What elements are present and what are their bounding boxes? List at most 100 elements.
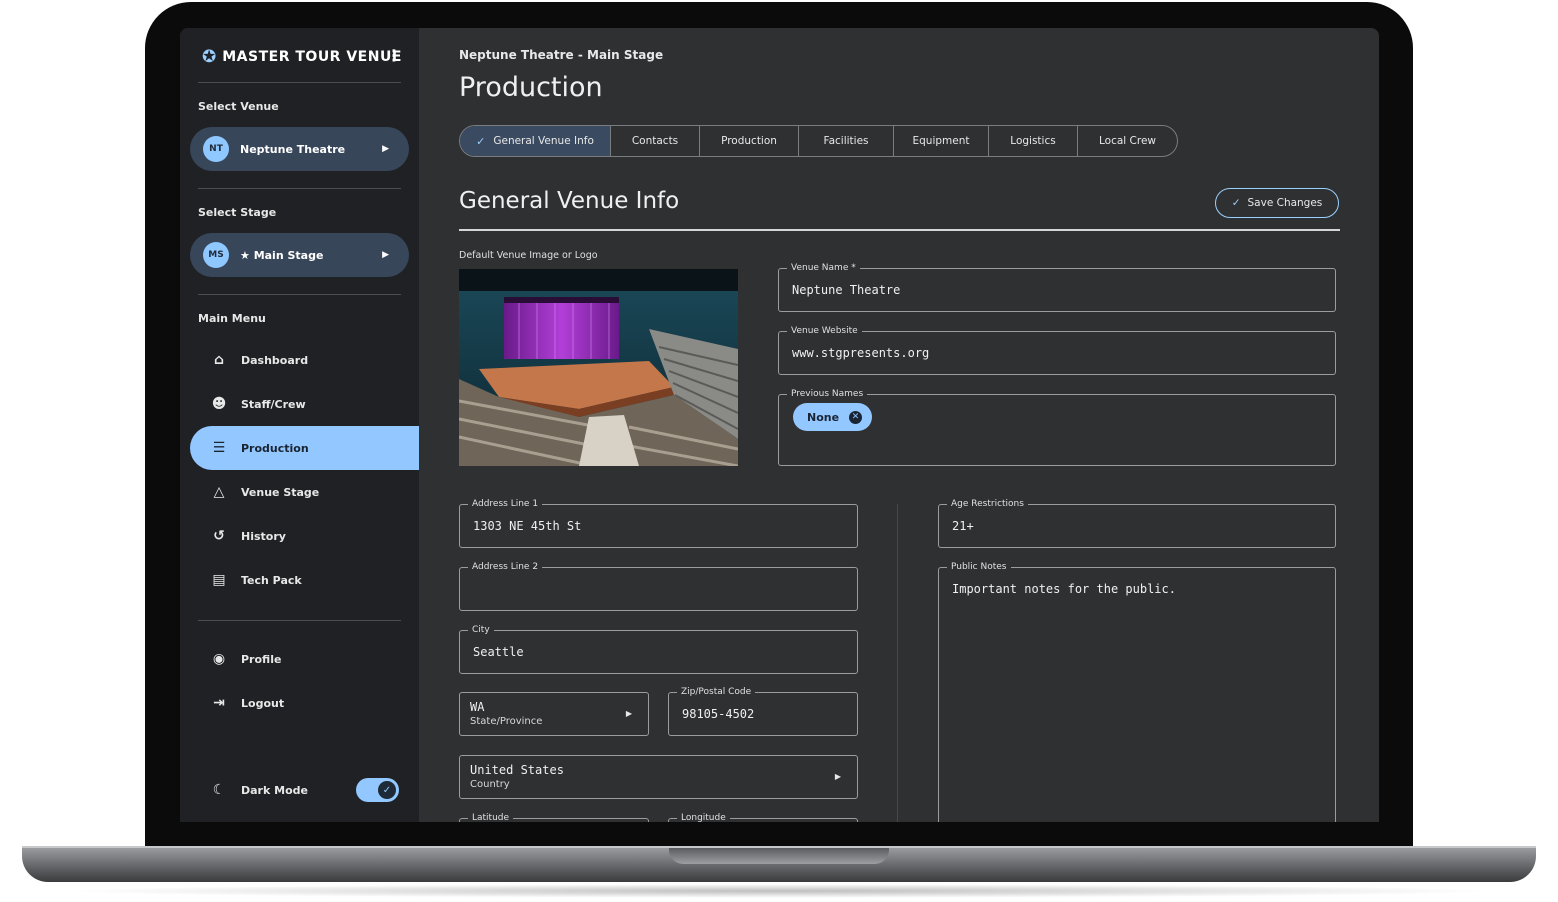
select-venue-label: Select Venue [198,100,279,113]
save-changes-button[interactable]: ✓ Save Changes [1215,188,1339,218]
divider [198,294,401,295]
brand-name: MASTER TOUR VENUE [222,49,402,65]
address-line-2-label: Address Line 2 [468,561,543,573]
save-label: Save Changes [1247,197,1323,209]
venue-name-field[interactable]: Venue Name * Neptune Theatre [778,262,1336,312]
tab-general-venue-info[interactable]: ✓ General Venue Info [460,126,611,156]
star-logo-icon: ✪ [202,47,217,67]
sidebar-item-logout[interactable]: ⇥ Logout [190,681,419,725]
tab-equipment[interactable]: Equipment [894,126,989,156]
tab-logistics[interactable]: Logistics [989,126,1078,156]
longitude-label: Longitude [677,812,730,822]
main-content: Neptune Theatre - Main Stage Production … [419,28,1379,822]
tab-local-crew[interactable]: Local Crew [1078,126,1177,156]
zip-label: Zip/Postal Code [677,686,756,698]
sidebar-item-label: Tech Pack [241,573,302,587]
venue-image[interactable] [459,269,738,466]
stage-avatar: MS [203,242,229,268]
breadcrumb: Neptune Theatre - Main Stage [459,48,664,62]
chip-label: None [807,410,840,424]
sliders-icon: ☰ [212,440,226,456]
sidebar-item-history[interactable]: ↺ History [190,514,419,558]
people-icon: ☻ [211,396,227,412]
state-label: State/Province [470,716,543,727]
age-restrictions-field[interactable]: Age Restrictions 21+ [938,498,1336,548]
section-divider [459,229,1340,231]
stage-name: ★ Main Stage [240,248,324,262]
city-value: Seattle [473,645,524,659]
tab-label: Logistics [1010,135,1056,147]
tab-label: Facilities [823,135,869,147]
brand[interactable]: ✪ MASTER TOUR VENUE ⋮ [202,46,402,68]
home-icon: ⌂ [213,352,225,368]
stage-selector[interactable]: MS ★ Main Stage ▶ [190,233,409,277]
longitude-field[interactable]: Longitude [668,812,858,822]
address-line-2-field[interactable]: Address Line 2 [459,561,858,611]
sidebar-item-label: Dashboard [241,353,309,367]
latitude-field[interactable]: Latitude [459,812,649,822]
app-screen: ✪ MASTER TOUR VENUE ⋮ Select Venue NT Ne… [180,28,1379,822]
chevron-right-icon: ▶ [382,144,389,154]
venue-name: Neptune Theatre [240,142,346,156]
sidebar-item-production[interactable]: ☰ Production [190,426,419,470]
select-stage-label: Select Stage [198,206,277,219]
chevron-right-icon: ▶ [382,250,389,260]
sidebar-item-staff-crew[interactable]: ☻ Staff/Crew [190,382,419,426]
sidebar-item-label: Logout [241,696,285,710]
sidebar-item-label: Profile [241,652,282,666]
venue-selector[interactable]: NT Neptune Theatre ▶ [190,127,409,171]
state-select[interactable]: WA State/Province ▶ [459,692,649,736]
latitude-label: Latitude [468,812,514,822]
main-menu-label: Main Menu [198,312,266,325]
tab-label: Equipment [912,135,970,147]
moon-icon: ☾ [212,782,226,798]
age-restrictions-label: Age Restrictions [947,498,1028,510]
venue-image-label: Default Venue Image or Logo [459,250,598,261]
sidebar-item-label: Production [241,441,309,455]
public-notes-label: Public Notes [947,561,1011,573]
city-label: City [468,624,494,636]
column-divider [897,504,898,822]
tab-label: Production [721,135,777,147]
address-line-1-value: 1303 NE 45th St [473,519,582,533]
close-icon[interactable]: ✕ [849,410,863,424]
logout-icon: ⇥ [213,695,225,711]
venue-website-value: www.stgpresents.org [792,346,930,360]
divider [198,82,401,83]
tab-production[interactable]: Production [700,126,799,156]
sidebar: ✪ MASTER TOUR VENUE ⋮ Select Venue NT Ne… [180,28,419,822]
venue-avatar: NT [203,136,229,162]
check-icon: ✓ [476,134,486,148]
tab-facilities[interactable]: Facilities [799,126,894,156]
city-field[interactable]: City Seattle [459,624,858,674]
zip-value: 98105-4502 [682,707,755,721]
tab-label: General Venue Info [493,135,594,147]
previous-name-chip[interactable]: None ✕ [793,403,873,431]
sidebar-item-profile[interactable]: ◉ Profile [190,637,419,681]
venue-name-label: Venue Name * [787,262,860,274]
dark-mode-toggle[interactable]: ✓ [356,778,399,802]
chevron-right-icon: ▶ [625,709,632,718]
sidebar-item-venue-stage[interactable]: △ Venue Stage [190,470,419,514]
sidebar-item-tech-pack[interactable]: ▤ Tech Pack [190,558,419,602]
more-vert-icon[interactable]: ⋮ [386,46,402,65]
section-title: General Venue Info [459,188,680,214]
laptop-notch [669,848,889,864]
age-restrictions-value: 21+ [952,519,974,533]
venue-website-field[interactable]: Venue Website www.stgpresents.org [778,325,1336,375]
divider [198,188,401,189]
tab-contacts[interactable]: Contacts [611,126,700,156]
chevron-right-icon: ▶ [834,772,841,781]
sidebar-item-dashboard[interactable]: ⌂ Dashboard [190,338,419,382]
page-title: Production [459,72,603,103]
check-icon: ✓ [378,781,396,799]
previous-names-field[interactable]: Previous Names None ✕ [778,388,1336,466]
address-line-1-field[interactable]: Address Line 1 1303 NE 45th St [459,498,858,548]
divider [198,620,401,621]
state-value: WA [470,700,485,714]
previous-names-label: Previous Names [787,388,868,400]
country-value: United States [470,763,564,777]
public-notes-field[interactable]: Public Notes Important notes for the pub… [938,561,1336,822]
country-select[interactable]: United States Country ▶ [459,755,858,799]
zip-field[interactable]: Zip/Postal Code 98105-4502 [668,686,858,736]
